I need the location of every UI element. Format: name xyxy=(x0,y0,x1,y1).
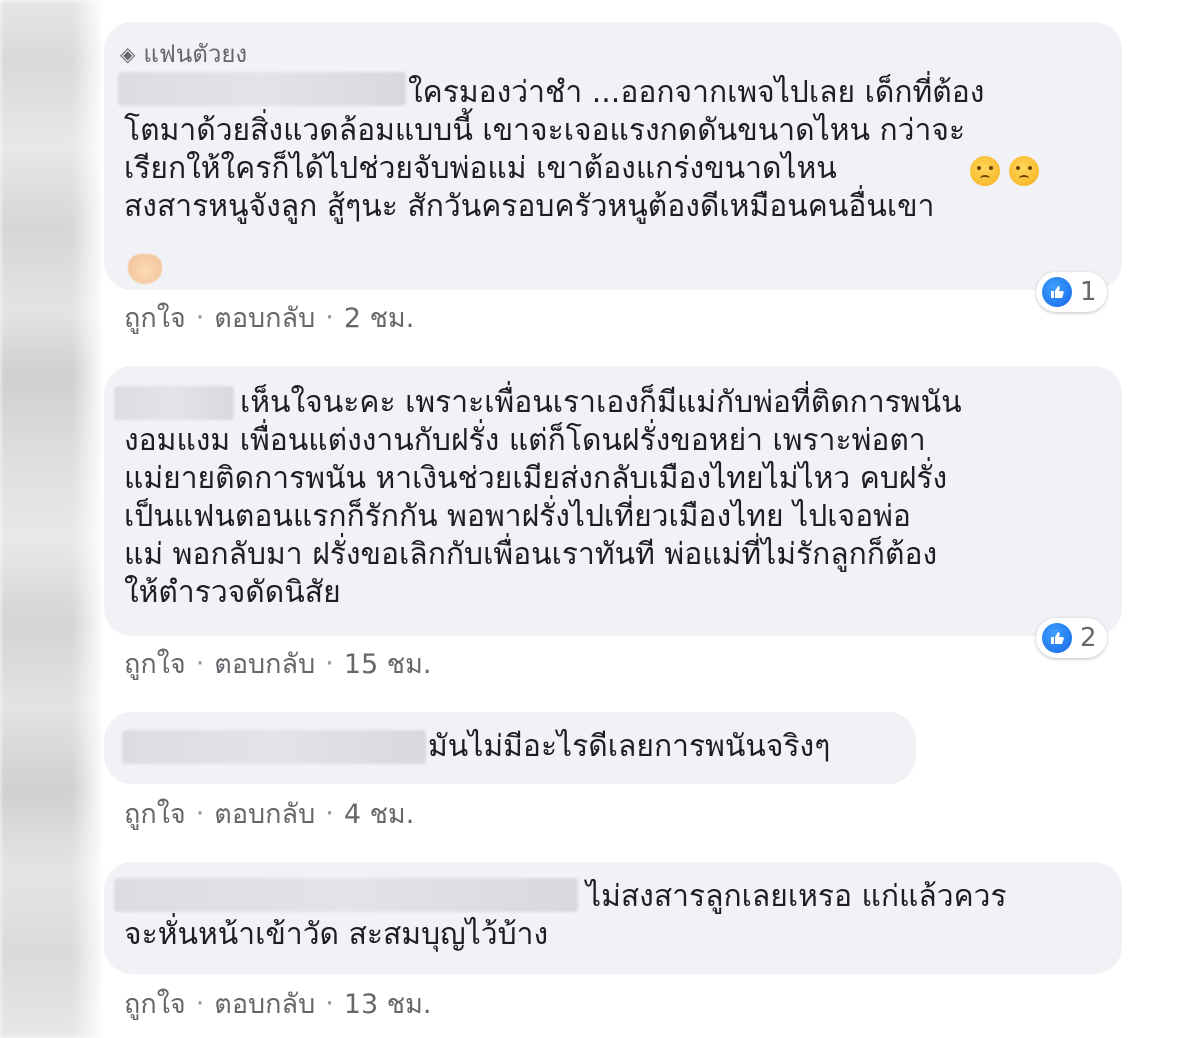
comment-actions-1: ถูกใจ · ตอบกลับ · 2 ชม. xyxy=(124,296,414,339)
separator-dot: · xyxy=(195,648,205,679)
comment-bubble-3: มันไม่มีอะไรดีเลยการพนันจริงๆ xyxy=(104,712,916,784)
separator-dot: · xyxy=(195,302,205,333)
like-link[interactable]: ถูกใจ xyxy=(124,982,186,1025)
comment-bubble-2: เห็นใจนะคะ เพราะเพื่อนเราเองก็มีแม่กับพ่… xyxy=(104,366,1122,636)
diamond-icon: ◈ xyxy=(120,41,136,66)
comment-bubble-1: ◈ แฟนตัวยง ใครมองว่าชำ ...ออกจากเพจไปเลย… xyxy=(104,22,1122,290)
comment-text: มันไม่มีอะไรดีเลยการพนันจริงๆ xyxy=(428,729,831,764)
comment-time[interactable]: 15 ชม. xyxy=(344,642,432,685)
top-fan-badge: ◈ แฟนตัวยง xyxy=(120,34,247,73)
separator-dot: · xyxy=(325,988,334,1019)
hand-emoji-icon xyxy=(128,254,162,284)
reply-link[interactable]: ตอบกลับ xyxy=(214,296,315,339)
comment-time[interactable]: 13 ชม. xyxy=(344,982,432,1025)
separator-dot: · xyxy=(195,988,205,1019)
blurred-left-edge xyxy=(0,0,102,1038)
reply-link[interactable]: ตอบกลับ xyxy=(214,982,315,1025)
comment-time[interactable]: 2 ชม. xyxy=(344,296,414,339)
like-thumb-icon xyxy=(1042,623,1072,653)
separator-dot: · xyxy=(325,648,334,679)
commenter-name-redacted[interactable] xyxy=(122,730,426,764)
comment-text: ไม่สงสารลูกเลยเหรอ แก่แล้วควร จะหั่นหน้า… xyxy=(124,879,1007,952)
reaction-count-1[interactable]: 1 xyxy=(1036,272,1107,312)
crying-face-icon xyxy=(970,156,1000,186)
reply-link[interactable]: ตอบกลับ xyxy=(214,792,315,835)
crying-face-icon xyxy=(1009,156,1040,186)
comment-actions-3: ถูกใจ · ตอบกลับ · 4 ชม. xyxy=(124,792,414,835)
comment-text: เห็นใจนะคะ เพราะเพื่อนเราเองก็มีแม่กับพ่… xyxy=(124,385,962,610)
reply-link[interactable]: ตอบกลับ xyxy=(214,642,315,685)
comment-actions-4: ถูกใจ · ตอบกลับ · 13 ชม. xyxy=(124,982,431,1025)
like-thumb-icon xyxy=(1042,277,1072,307)
like-link[interactable]: ถูกใจ xyxy=(124,642,186,685)
reaction-count-2[interactable]: 2 xyxy=(1036,618,1107,658)
badge-label: แฟนตัวยง xyxy=(143,40,248,68)
comment-actions-2: ถูกใจ · ตอบกลับ · 15 ชม. xyxy=(124,642,431,685)
crying-emoji-pair xyxy=(966,156,1040,186)
reaction-count: 2 xyxy=(1080,623,1097,653)
like-link[interactable]: ถูกใจ xyxy=(124,792,186,835)
comment-bubble-4: ไม่สงสารลูกเลยเหรอ แก่แล้วควร จะหั่นหน้า… xyxy=(104,862,1122,974)
like-link[interactable]: ถูกใจ xyxy=(124,296,186,339)
separator-dot: · xyxy=(325,302,334,333)
comment-time[interactable]: 4 ชม. xyxy=(344,792,414,835)
separator-dot: · xyxy=(325,798,334,829)
comment-text: ใครมองว่าชำ ...ออกจากเพจไปเลย เด็กที่ต้อ… xyxy=(124,75,985,224)
reaction-count: 1 xyxy=(1080,277,1097,307)
separator-dot: · xyxy=(195,798,205,829)
